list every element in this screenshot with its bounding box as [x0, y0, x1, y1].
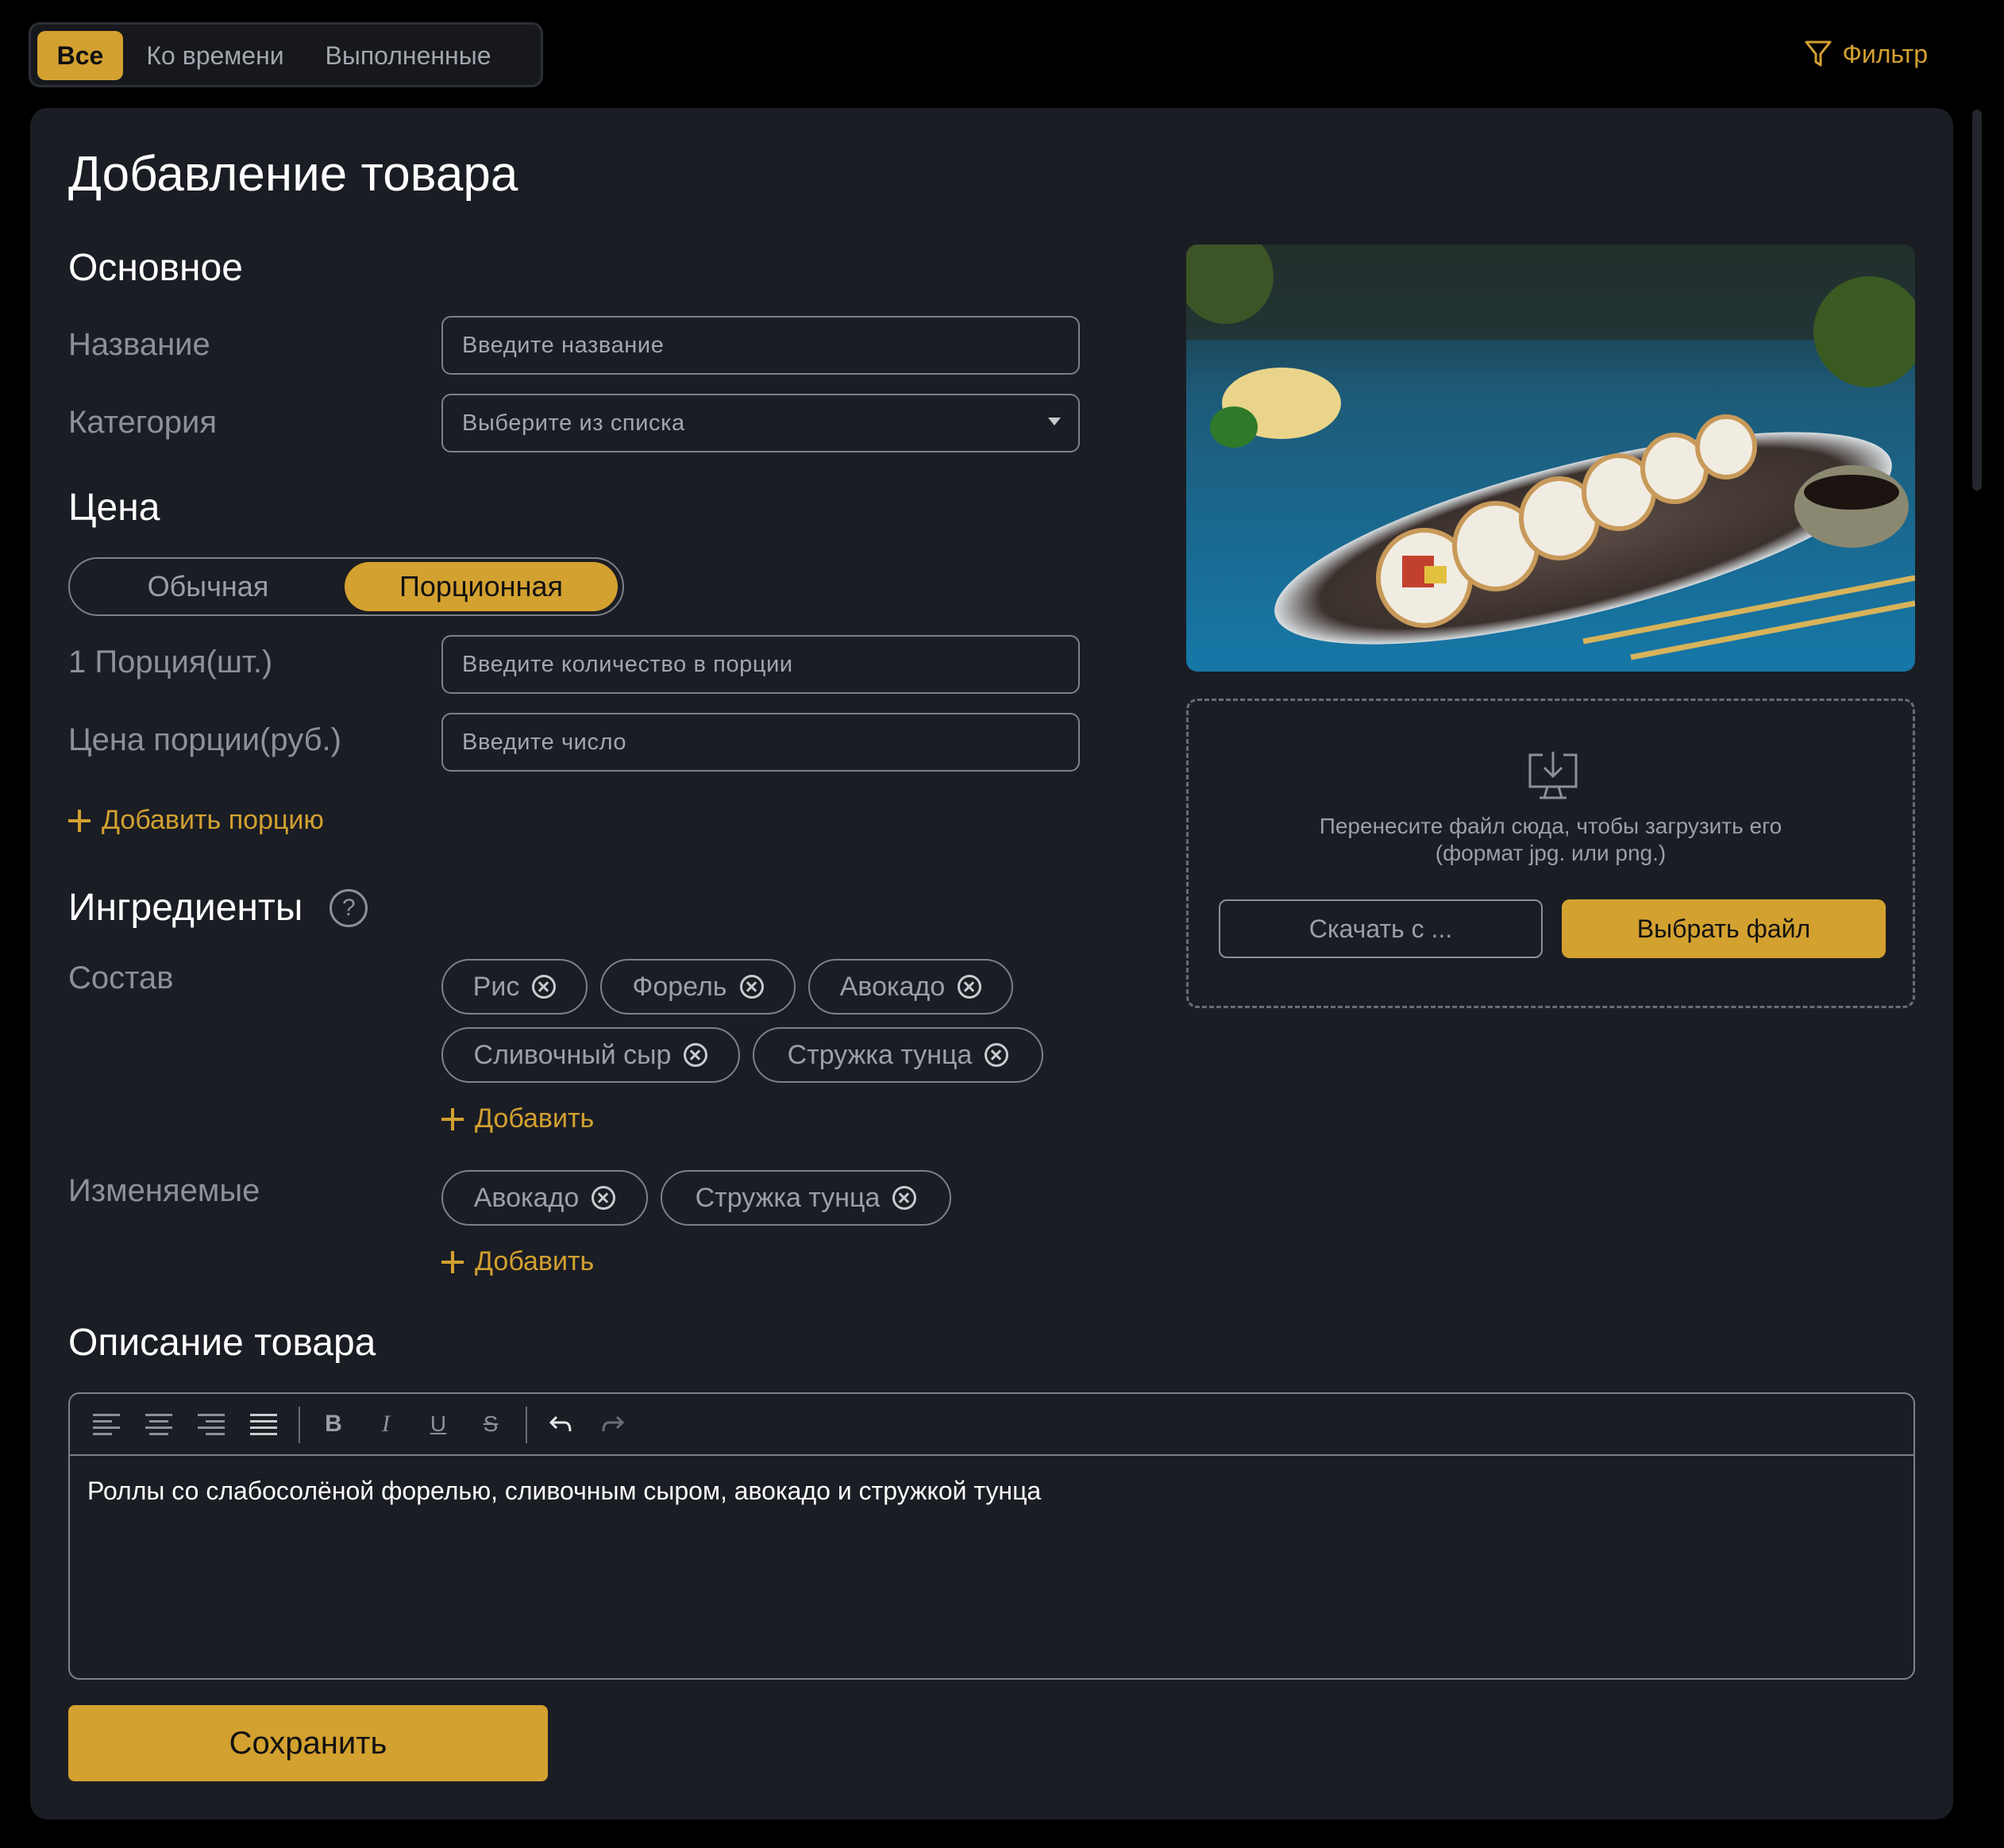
add-portion-button[interactable]: Добавить порцию — [68, 805, 324, 836]
description-editor[interactable]: B I U S Роллы со слабосолёной форелью, с… — [68, 1392, 1915, 1680]
scrollbar[interactable] — [1972, 110, 1982, 491]
undo-icon[interactable] — [543, 1407, 578, 1442]
name-label: Название — [68, 327, 210, 362]
bold-icon[interactable]: B — [316, 1407, 351, 1442]
plus-icon — [441, 1250, 464, 1273]
portion-price-input[interactable]: Введите число — [441, 713, 1080, 772]
category-label: Категория — [68, 405, 217, 440]
strikethrough-icon[interactable]: S — [473, 1407, 508, 1442]
remove-icon[interactable] — [592, 1186, 616, 1210]
plus-icon — [68, 809, 91, 832]
chip-label: Стружка тунца — [695, 1182, 881, 1213]
remove-icon[interactable] — [739, 975, 764, 999]
remove-icon[interactable] — [892, 1186, 917, 1210]
section-description-heading: Описание товара — [68, 1322, 376, 1364]
price-option-portion[interactable]: Порционная — [345, 562, 618, 611]
chip-label: Авокадо — [839, 971, 946, 1002]
changeable-chip: Авокадо — [441, 1170, 648, 1226]
remove-icon[interactable] — [958, 975, 982, 999]
remove-icon[interactable] — [985, 1043, 1009, 1067]
add-changeable-label: Добавить — [475, 1246, 595, 1276]
composition-label: Состав — [68, 961, 174, 995]
align-left-icon[interactable] — [89, 1407, 124, 1442]
changeable-chip: Стружка тунца — [661, 1170, 951, 1226]
save-button[interactable]: Сохранить — [68, 1705, 548, 1781]
redo-icon[interactable] — [595, 1407, 630, 1442]
name-input[interactable]: Введите название — [441, 316, 1080, 375]
underline-icon[interactable]: U — [421, 1407, 456, 1442]
category-placeholder: Выберите из списка — [462, 410, 685, 436]
filter-label: Фильтр — [1842, 39, 1929, 68]
italic-icon[interactable]: I — [368, 1407, 403, 1442]
drop-hint-line2: (формат jpg. или png.) — [1435, 841, 1667, 865]
description-text[interactable]: Роллы со слабосолёной форелью, сливочным… — [87, 1476, 1041, 1506]
align-right-icon[interactable] — [194, 1407, 229, 1442]
chip-label: Сливочный сыр — [473, 1039, 672, 1070]
tab-completed[interactable]: Выполненные — [309, 31, 507, 80]
chip-label: Рис — [472, 971, 520, 1002]
tab-all[interactable]: Все — [37, 31, 123, 80]
price-type-toggle: Обычная Порционная — [68, 557, 624, 616]
portion-price-label: Цена порции(руб.) — [68, 722, 341, 757]
editor-toolbar: B I U S — [70, 1394, 1913, 1456]
drop-hint-line1: Перенесите файл сюда, чтобы загрузить ег… — [1319, 814, 1782, 838]
help-icon[interactable]: ? — [330, 888, 368, 927]
portion-label: 1 Порция(шт.) — [68, 645, 273, 680]
ingredients-heading-row: Ингредиенты ? — [68, 886, 368, 930]
download-icon — [1528, 752, 1578, 799]
remove-icon[interactable] — [532, 975, 557, 999]
changeable-label: Изменяемые — [68, 1173, 260, 1208]
chip-label: Форель — [632, 971, 727, 1002]
align-center-icon[interactable] — [141, 1407, 176, 1442]
ingredient-chip: Форель — [600, 959, 796, 1014]
add-portion-label: Добавить порцию — [102, 805, 324, 835]
price-option-regular[interactable]: Обычная — [73, 562, 343, 611]
section-basic-heading: Основное — [68, 247, 243, 289]
product-image — [1186, 244, 1915, 672]
chip-label: Стружка тунца — [787, 1039, 973, 1070]
filter-button[interactable]: Фильтр — [1805, 35, 1929, 73]
toolbar-divider — [299, 1407, 300, 1443]
ingredient-chip: Сливочный сыр — [441, 1027, 740, 1083]
ingredient-chip: Стружка тунца — [753, 1027, 1043, 1083]
category-select[interactable]: Выберите из списка — [441, 394, 1080, 452]
name-placeholder: Введите название — [462, 333, 665, 358]
portion-quantity-placeholder: Введите количество в порции — [462, 652, 793, 677]
add-changeable-button[interactable]: Добавить — [441, 1246, 594, 1277]
chip-label: Авокадо — [473, 1182, 580, 1213]
remove-icon[interactable] — [684, 1043, 708, 1067]
download-from-button[interactable]: Скачать с ... — [1219, 899, 1543, 958]
file-drop-zone[interactable]: Перенесите файл сюда, чтобы загрузить ег… — [1186, 699, 1915, 1008]
plus-icon — [441, 1107, 464, 1130]
portion-price-placeholder: Введите число — [462, 730, 627, 755]
section-price-heading: Цена — [68, 487, 160, 529]
section-ingredients-heading: Ингредиенты — [68, 887, 303, 929]
add-composition-label: Добавить — [475, 1103, 595, 1134]
align-justify-icon[interactable] — [246, 1407, 281, 1442]
chevron-down-icon — [1048, 418, 1061, 425]
tab-by-time[interactable]: Ко времени — [136, 31, 295, 80]
add-composition-button[interactable]: Добавить — [441, 1103, 594, 1134]
ingredient-chip: Рис — [441, 959, 588, 1014]
toolbar-divider — [526, 1407, 527, 1443]
page-title: Добавление товара — [68, 147, 518, 202]
filter-icon — [1805, 40, 1831, 67]
ingredient-chip: Авокадо — [808, 959, 1013, 1014]
choose-file-button[interactable]: Выбрать файл — [1562, 899, 1886, 958]
status-tabs: Все Ко времени Выполненные — [29, 22, 543, 87]
portion-quantity-input[interactable]: Введите количество в порции — [441, 635, 1080, 694]
